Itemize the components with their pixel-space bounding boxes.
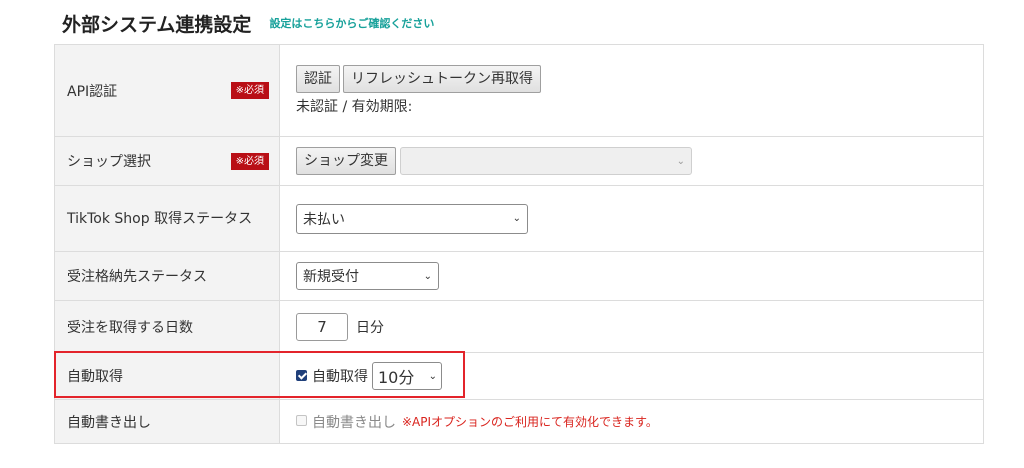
settings-table: API認証 ※必須 認証 リフレッシュトークン再取得 未認証 / 有効期限: ショ… [54,44,984,444]
row-label-fetch-days: 受注を取得する日数 [67,319,193,336]
store-status-select[interactable]: 新規受付 ⌄ [296,262,439,290]
value-cell: 認証 リフレッシュトークン再取得 未認証 / 有効期限: [279,44,984,137]
auto-fetch-interval-value: 10分 [378,368,415,387]
label-cell: ショップ選択 ※必須 [54,136,280,186]
label-cell: 受注格納先ステータス [54,251,280,301]
label-cell: 自動書き出し [54,399,280,444]
page-header: 外部システム連携設定 設定はこちらからご確認ください [62,8,434,38]
chevron-down-icon: ⌄ [676,155,685,167]
required-badge: ※必須 [230,82,269,99]
row-label-shop: ショップ選択 [67,154,151,170]
auto-export-checkbox-label: 自動書き出し [312,414,396,431]
value-cell: 自動書き出し ※APIオプションのご利用にて有効化できます。 [279,399,984,444]
chevron-down-icon: ⌄ [423,270,432,282]
shop-change-button[interactable]: ショップ変更 [296,147,396,175]
value-cell: 自動取得 10分 ⌄ [279,352,984,400]
value-cell: 7 日分 [279,300,984,353]
row-auto-fetch: 自動取得 自動取得 10分 ⌄ [54,352,984,400]
row-api-auth: API認証 ※必須 認証 リフレッシュトークン再取得 未認証 / 有効期限: [54,44,984,137]
auth-button[interactable]: 認証 [296,65,340,93]
auto-fetch-interval-select[interactable]: 10分 ⌄ [372,362,442,390]
row-label-api-auth: API認証 [67,83,118,100]
label-cell: 受注を取得する日数 [54,300,280,353]
chevron-down-icon: ⌄ [428,370,437,382]
fetch-status-select-value: 未払い [303,211,345,228]
label-cell: TikTok Shop 取得ステータス [54,185,280,252]
fetch-status-select[interactable]: 未払い ⌄ [296,203,528,234]
value-cell: ショップ変更 ⌄ [279,136,984,186]
row-auto-export: 自動書き出し 自動書き出し ※APIオプションのご利用にて有効化できます。 [54,399,984,444]
row-label-store-status: 受注格納先ステータス [67,269,207,285]
fetch-days-unit: 日分 [356,319,384,336]
auth-status: 未認証 / 有効期限: [296,99,413,115]
auto-fetch-checkbox[interactable] [296,369,307,381]
store-status-select-value: 新規受付 [303,269,359,285]
help-link[interactable]: 設定はこちらからご確認ください [269,15,434,31]
auto-fetch-checkbox-label[interactable]: 自動取得 [312,366,368,386]
label-cell: API認証 ※必須 [54,44,280,137]
chevron-down-icon: ⌄ [512,213,521,224]
row-shop: ショップ選択 ※必須 ショップ変更 ⌄ [54,136,984,186]
required-badge: ※必須 [230,152,269,170]
page-title: 外部システム連携設定 [62,13,252,36]
shop-select: ⌄ [400,147,692,175]
row-label-fetch-status: TikTok Shop 取得ステータス [67,210,253,227]
row-label-auto-fetch: 自動取得 [67,369,123,385]
row-store-status: 受注格納先ステータス 新規受付 ⌄ [54,251,984,301]
row-fetch-days: 受注を取得する日数 7 日分 [54,300,984,353]
value-cell: 未払い ⌄ [279,185,984,252]
refresh-token-button[interactable]: リフレッシュトークン再取得 [343,65,541,93]
auto-export-checkbox [296,415,307,426]
fetch-days-input[interactable]: 7 [296,312,348,341]
row-label-auto-export: 自動書き出し [67,414,151,431]
api-option-note: ※APIオプションのご利用にて有効化できます。 [402,415,658,429]
label-cell: 自動取得 [54,352,280,400]
row-fetch-status: TikTok Shop 取得ステータス 未払い ⌄ [54,185,984,252]
value-cell: 新規受付 ⌄ [279,251,984,301]
